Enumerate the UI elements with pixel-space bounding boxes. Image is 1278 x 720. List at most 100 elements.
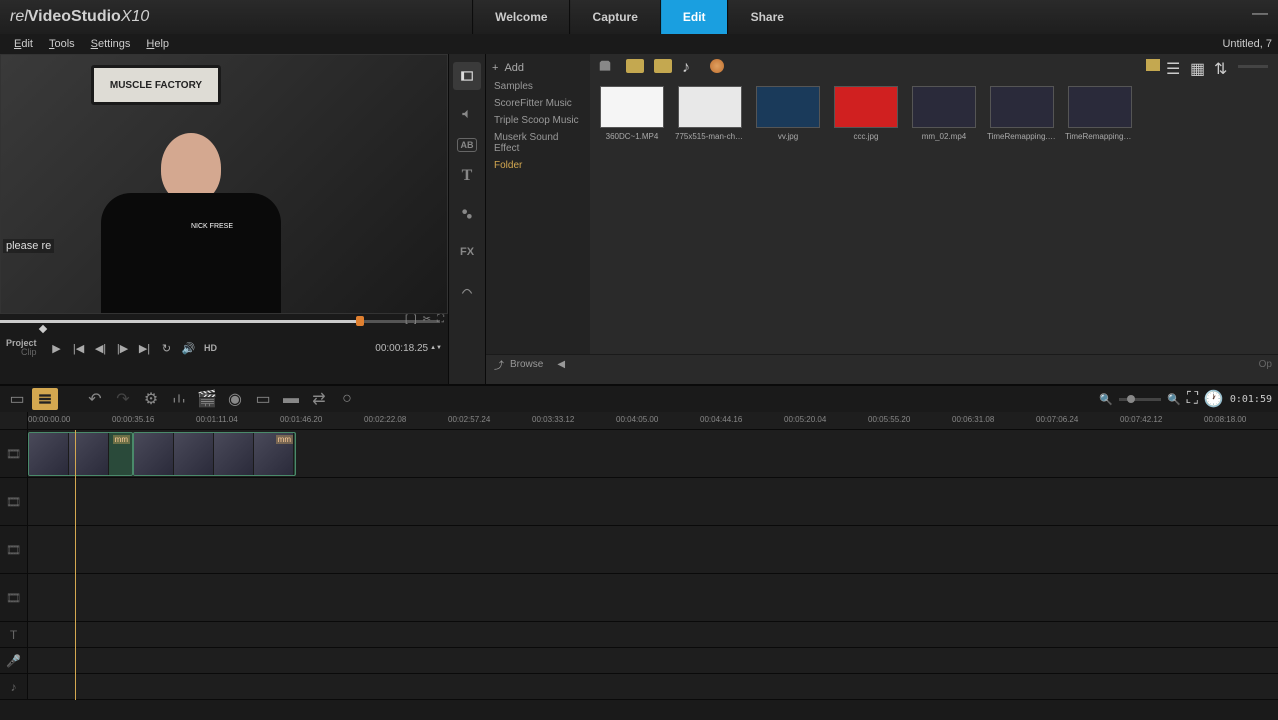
overlay-track-head[interactable]: 🎞 [0,478,27,526]
expand-icon[interactable]: ⛶ [437,314,444,325]
menu-edit[interactable]: Edit [6,36,41,52]
overlay-track[interactable] [28,478,1278,526]
library-clip[interactable]: 360DC~1.MP4 [600,86,664,141]
graphic-mode-button[interactable] [453,200,481,228]
preview-video[interactable]: MUSCLE FACTORY NICK FRESE please re [0,54,448,314]
music-track[interactable] [28,674,1278,700]
library-nav: + Add SamplesScoreFitter MusicTriple Sco… [486,54,590,354]
undo-button[interactable]: ↶ [82,388,108,410]
voice-track-head[interactable]: 🎤 [0,648,27,674]
end-button[interactable]: ▶| [135,338,155,358]
timeline-clip[interactable]: mm [133,432,296,476]
thumb-size-slider[interactable] [1238,65,1268,68]
library-clip[interactable]: TimeRemapping.vsp [990,86,1054,141]
tool1-button[interactable]: ⚙ [138,388,164,410]
minimize-button[interactable]: — [1252,5,1268,23]
mark-out-icon[interactable]: ] [414,314,417,325]
preview-sign: MUSCLE FACTORY [91,65,221,105]
show-audio-button[interactable]: ♪ [682,59,700,73]
hd-button[interactable]: HD [201,338,221,358]
tool5-button[interactable]: ▭ [250,388,276,410]
mixer-button[interactable] [166,388,192,410]
video-track-head[interactable]: 🎞 [0,430,27,478]
timecode-display[interactable]: 00:00:18.25 ▲▼ [375,343,442,354]
title-track-head[interactable]: T [0,622,27,648]
options-button[interactable]: Op [1259,359,1272,370]
overlay3-track[interactable] [28,574,1278,622]
library-panel: + Add SamplesScoreFitter MusicTriple Sco… [486,54,1278,384]
split-icon[interactable]: ✂ [423,314,431,325]
show-free-button[interactable] [710,59,728,73]
scrub-handle[interactable] [356,316,364,326]
nav-item[interactable]: Folder [486,157,590,174]
volume-button[interactable]: 🔊 [179,338,199,358]
menu-settings[interactable]: Settings [83,36,139,52]
timeline-panel: ▭ ↶ ↷ ⚙ 🎬 ◉ ▭ ▬ ⇄ ○ 🔍 🔍 ⛶ 🕐 0:01:59 00:0… [0,384,1278,700]
menu-help[interactable]: Help [138,36,177,52]
library-clip[interactable]: 775x515-man-chocki... [678,86,742,141]
tool8-button[interactable]: ○ [334,388,360,410]
overlay3-track-head[interactable]: 🎞 [0,574,27,622]
voice-track[interactable] [28,648,1278,674]
sound-mode-button[interactable] [453,100,481,128]
next-frame-button[interactable]: |▶ [113,338,133,358]
title-track[interactable] [28,622,1278,648]
zoom-slider[interactable] [1119,398,1161,401]
title-mode-button[interactable]: T [453,162,481,190]
timeline-ruler[interactable]: 00:00:00.0000:00:35.1600:01:11.0400:01:4… [0,412,1278,430]
transition-mode-button[interactable]: AB [457,138,477,152]
scrub-bar[interactable]: [ ] ✂ ⛶ [0,314,448,332]
library-clip[interactable]: ccc.jpg [834,86,898,141]
overlay2-track[interactable] [28,526,1278,574]
add-folder-button[interactable]: + Add [486,58,590,78]
show-photo-button[interactable] [654,59,672,73]
main-tab-capture[interactable]: Capture [570,0,660,34]
show-video-button[interactable] [626,59,644,73]
loop-button[interactable]: ↻ [157,338,177,358]
mode-label[interactable]: Project Clip [6,339,37,357]
tool4-button[interactable]: ◉ [222,388,248,410]
main-tab-welcome[interactable]: Welcome [472,0,569,34]
back-icon[interactable]: ◀ [557,359,565,370]
storyboard-view-button[interactable]: ▭ [4,388,30,410]
tool3-button[interactable]: 🎬 [194,388,220,410]
view-grid-button[interactable]: ▦ [1190,59,1208,73]
mark-in-icon[interactable]: [ [405,314,408,325]
menu-tools[interactable]: Tools [41,36,83,52]
video-track[interactable]: mmmm [28,430,1278,478]
app-logo: relVideoStudioX10 [10,8,149,26]
timeline-clip[interactable]: mm [28,432,133,476]
library-clip[interactable]: mm_02.mp4 [912,86,976,141]
tool6-button[interactable]: ▬ [278,388,304,410]
sort-button[interactable]: ⇅ [1214,59,1232,73]
document-title: Untitled, 7 [1222,38,1272,50]
import-button[interactable] [598,59,616,73]
view-thumb-button[interactable] [1146,59,1160,71]
nav-item[interactable]: Samples [486,78,590,95]
main-tab-share[interactable]: Share [728,0,806,34]
fx-mode-button[interactable]: FX [453,238,481,266]
tool7-button[interactable]: ⇄ [306,388,332,410]
media-mode-button[interactable] [453,62,481,90]
fit-button[interactable]: ⛶ [1187,390,1198,408]
library-clip[interactable]: vv.jpg [756,86,820,141]
nav-item[interactable]: Triple Scoop Music [486,112,590,129]
path-mode-button[interactable] [453,276,481,304]
zoom-in-icon[interactable]: 🔍 [1167,393,1181,406]
main-tab-edit[interactable]: Edit [660,0,728,34]
redo-button[interactable]: ↷ [110,388,136,410]
zoom-out-icon[interactable]: 🔍 [1099,393,1113,406]
playhead[interactable] [75,430,76,700]
nav-item[interactable]: Muserk Sound Effect [486,129,590,157]
timeline-view-button[interactable] [32,388,58,410]
prev-frame-button[interactable]: ◀| [91,338,111,358]
view-list-button[interactable]: ☰ [1166,59,1184,73]
clock-icon: 🕐 [1204,389,1224,409]
nav-item[interactable]: ScoreFitter Music [486,95,590,112]
browse-button[interactable]: Browse [510,359,543,370]
overlay2-track-head[interactable]: 🎞 [0,526,27,574]
music-track-head[interactable]: ♪ [0,674,27,700]
play-button[interactable]: ▶ [47,338,67,358]
home-button[interactable]: |◀ [69,338,89,358]
library-clip[interactable]: TimeRemapping01.vsp [1068,86,1132,141]
